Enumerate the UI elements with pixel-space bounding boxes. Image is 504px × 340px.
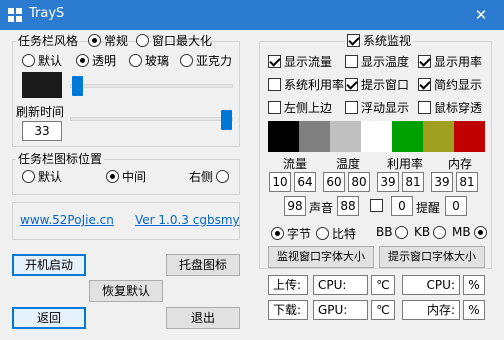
- sound-value-field[interactable]: 98: [284, 196, 306, 216]
- upload-label: 上传:: [268, 275, 308, 295]
- remind-value-field[interactable]: 0: [391, 196, 413, 216]
- usage-low-field[interactable]: 39: [377, 172, 399, 192]
- traffic-high-field[interactable]: 64: [294, 172, 316, 192]
- temperature-high-field[interactable]: 80: [348, 172, 370, 192]
- monitor-font-size-button[interactable]: 监视窗口字体大小: [268, 246, 374, 268]
- refresh-label: 刷新时间: [16, 105, 65, 119]
- header-usage: 利用率: [387, 157, 424, 171]
- transparency-glass-radio[interactable]: 玻璃: [129, 52, 169, 69]
- color-swatch-gray[interactable]: [299, 121, 330, 152]
- refresh-slider-track[interactable]: [70, 117, 233, 121]
- back-button[interactable]: 返回: [12, 307, 86, 329]
- header-traffic: 流量: [283, 157, 308, 171]
- size-kb-radio[interactable]: KB: [414, 225, 447, 239]
- show-traffic-checkbox[interactable]: 显示流量: [268, 53, 332, 70]
- remind-checkbox[interactable]: [370, 199, 383, 212]
- color-swatch-silver[interactable]: [330, 121, 361, 152]
- color-swatch-olive[interactable]: [423, 121, 454, 152]
- temperature-low-field[interactable]: 60: [323, 172, 345, 192]
- mode-maximized-radio[interactable]: 窗口最大化: [136, 32, 212, 49]
- taskbar-color-swatch[interactable]: [22, 72, 62, 98]
- window-title: TrayS: [29, 6, 65, 21]
- remind-count-field[interactable]: 0: [445, 196, 467, 216]
- transparency-default-radio[interactable]: 默认: [22, 52, 62, 69]
- transparency-slider-track[interactable]: [70, 84, 233, 88]
- system-usage-checkbox[interactable]: 系统利用率: [268, 76, 344, 93]
- download-label: 下载:: [268, 300, 308, 320]
- memory-usage-label: 内存:: [402, 300, 460, 320]
- cpu-usage-unit: %: [463, 275, 485, 295]
- transparency-slider-thumb[interactable]: [72, 76, 83, 96]
- tip-font-size-button[interactable]: 提示窗口字体大小: [379, 246, 485, 268]
- tray-icon-button[interactable]: 托盘图标: [166, 254, 240, 276]
- style-group-legend: 任务栏风格: [16, 32, 81, 49]
- traffic-low-field[interactable]: 10: [269, 172, 291, 192]
- cpu-usage-label: CPU:: [402, 275, 460, 295]
- restore-default-button[interactable]: 恢复默认: [89, 280, 163, 302]
- refresh-slider-thumb[interactable]: [221, 110, 232, 130]
- color-swatch-green[interactable]: [392, 121, 423, 152]
- unit-byte-radio[interactable]: 字节: [271, 225, 311, 242]
- refresh-input[interactable]: 33: [22, 121, 62, 141]
- cpu-temp-label: CPU:: [313, 275, 368, 295]
- color-swatch-black[interactable]: [268, 121, 299, 152]
- memory-high-field[interactable]: 81: [456, 172, 478, 192]
- header-memory: 内存: [448, 157, 473, 171]
- exit-button[interactable]: 退出: [166, 307, 240, 329]
- icon-position-legend: 任务栏图标位置: [16, 150, 105, 167]
- gpu-temp-unit: ℃: [371, 300, 395, 320]
- radio-dot: [136, 34, 149, 47]
- color-swatch-white[interactable]: [361, 121, 392, 152]
- version-link[interactable]: Ver 1.0.3 cgbsmy: [135, 213, 240, 227]
- window-app-icon: [8, 8, 22, 22]
- mode-normal-radio[interactable]: 常规: [88, 32, 128, 49]
- remind-label: 提醒: [416, 201, 441, 215]
- usage-high-field[interactable]: 81: [402, 172, 424, 192]
- sound-level-field[interactable]: 88: [337, 196, 359, 216]
- size-bb-radio[interactable]: BB: [376, 225, 409, 239]
- monitor-enable-checkbox[interactable]: 系统监视: [345, 32, 414, 49]
- tip-window-checkbox[interactable]: 提示窗口: [345, 76, 409, 93]
- title-bar: TrayS ✕: [0, 0, 504, 30]
- color-swatch-red[interactable]: [454, 121, 485, 152]
- icon-pos-center-radio[interactable]: 中间: [106, 168, 146, 185]
- icon-pos-default-radio[interactable]: 默认: [22, 168, 62, 185]
- memory-low-field[interactable]: 39: [431, 172, 453, 192]
- autostart-button[interactable]: 开机启动: [12, 254, 86, 276]
- simple-display-checkbox[interactable]: 简约显示: [418, 76, 482, 93]
- radio-dot: [88, 34, 101, 47]
- cpu-temp-unit: ℃: [371, 275, 395, 295]
- float-display-checkbox[interactable]: 浮动显示: [345, 99, 409, 116]
- memory-usage-unit: %: [463, 300, 485, 320]
- close-icon[interactable]: ✕: [458, 0, 504, 30]
- show-temperature-checkbox[interactable]: 显示温度: [345, 53, 409, 70]
- size-mb-radio[interactable]: MB: [452, 225, 487, 239]
- sound-label: 声音: [309, 201, 334, 215]
- gpu-temp-label: GPU:: [313, 300, 368, 320]
- icon-pos-right-radio[interactable]: 右侧: [189, 168, 230, 185]
- mouse-passthrough-checkbox[interactable]: 鼠标穿透: [418, 99, 482, 116]
- transparency-transparent-radio[interactable]: 透明: [76, 52, 116, 69]
- header-temperature: 温度: [336, 157, 361, 171]
- transparency-acrylic-radio[interactable]: 亚克力: [180, 52, 232, 69]
- show-usage-checkbox[interactable]: 显示用率: [418, 53, 482, 70]
- left-top-checkbox[interactable]: 左侧上边: [268, 99, 332, 116]
- website-link[interactable]: www.52PoJie.cn: [20, 213, 114, 227]
- unit-bit-radio[interactable]: 比特: [316, 225, 356, 242]
